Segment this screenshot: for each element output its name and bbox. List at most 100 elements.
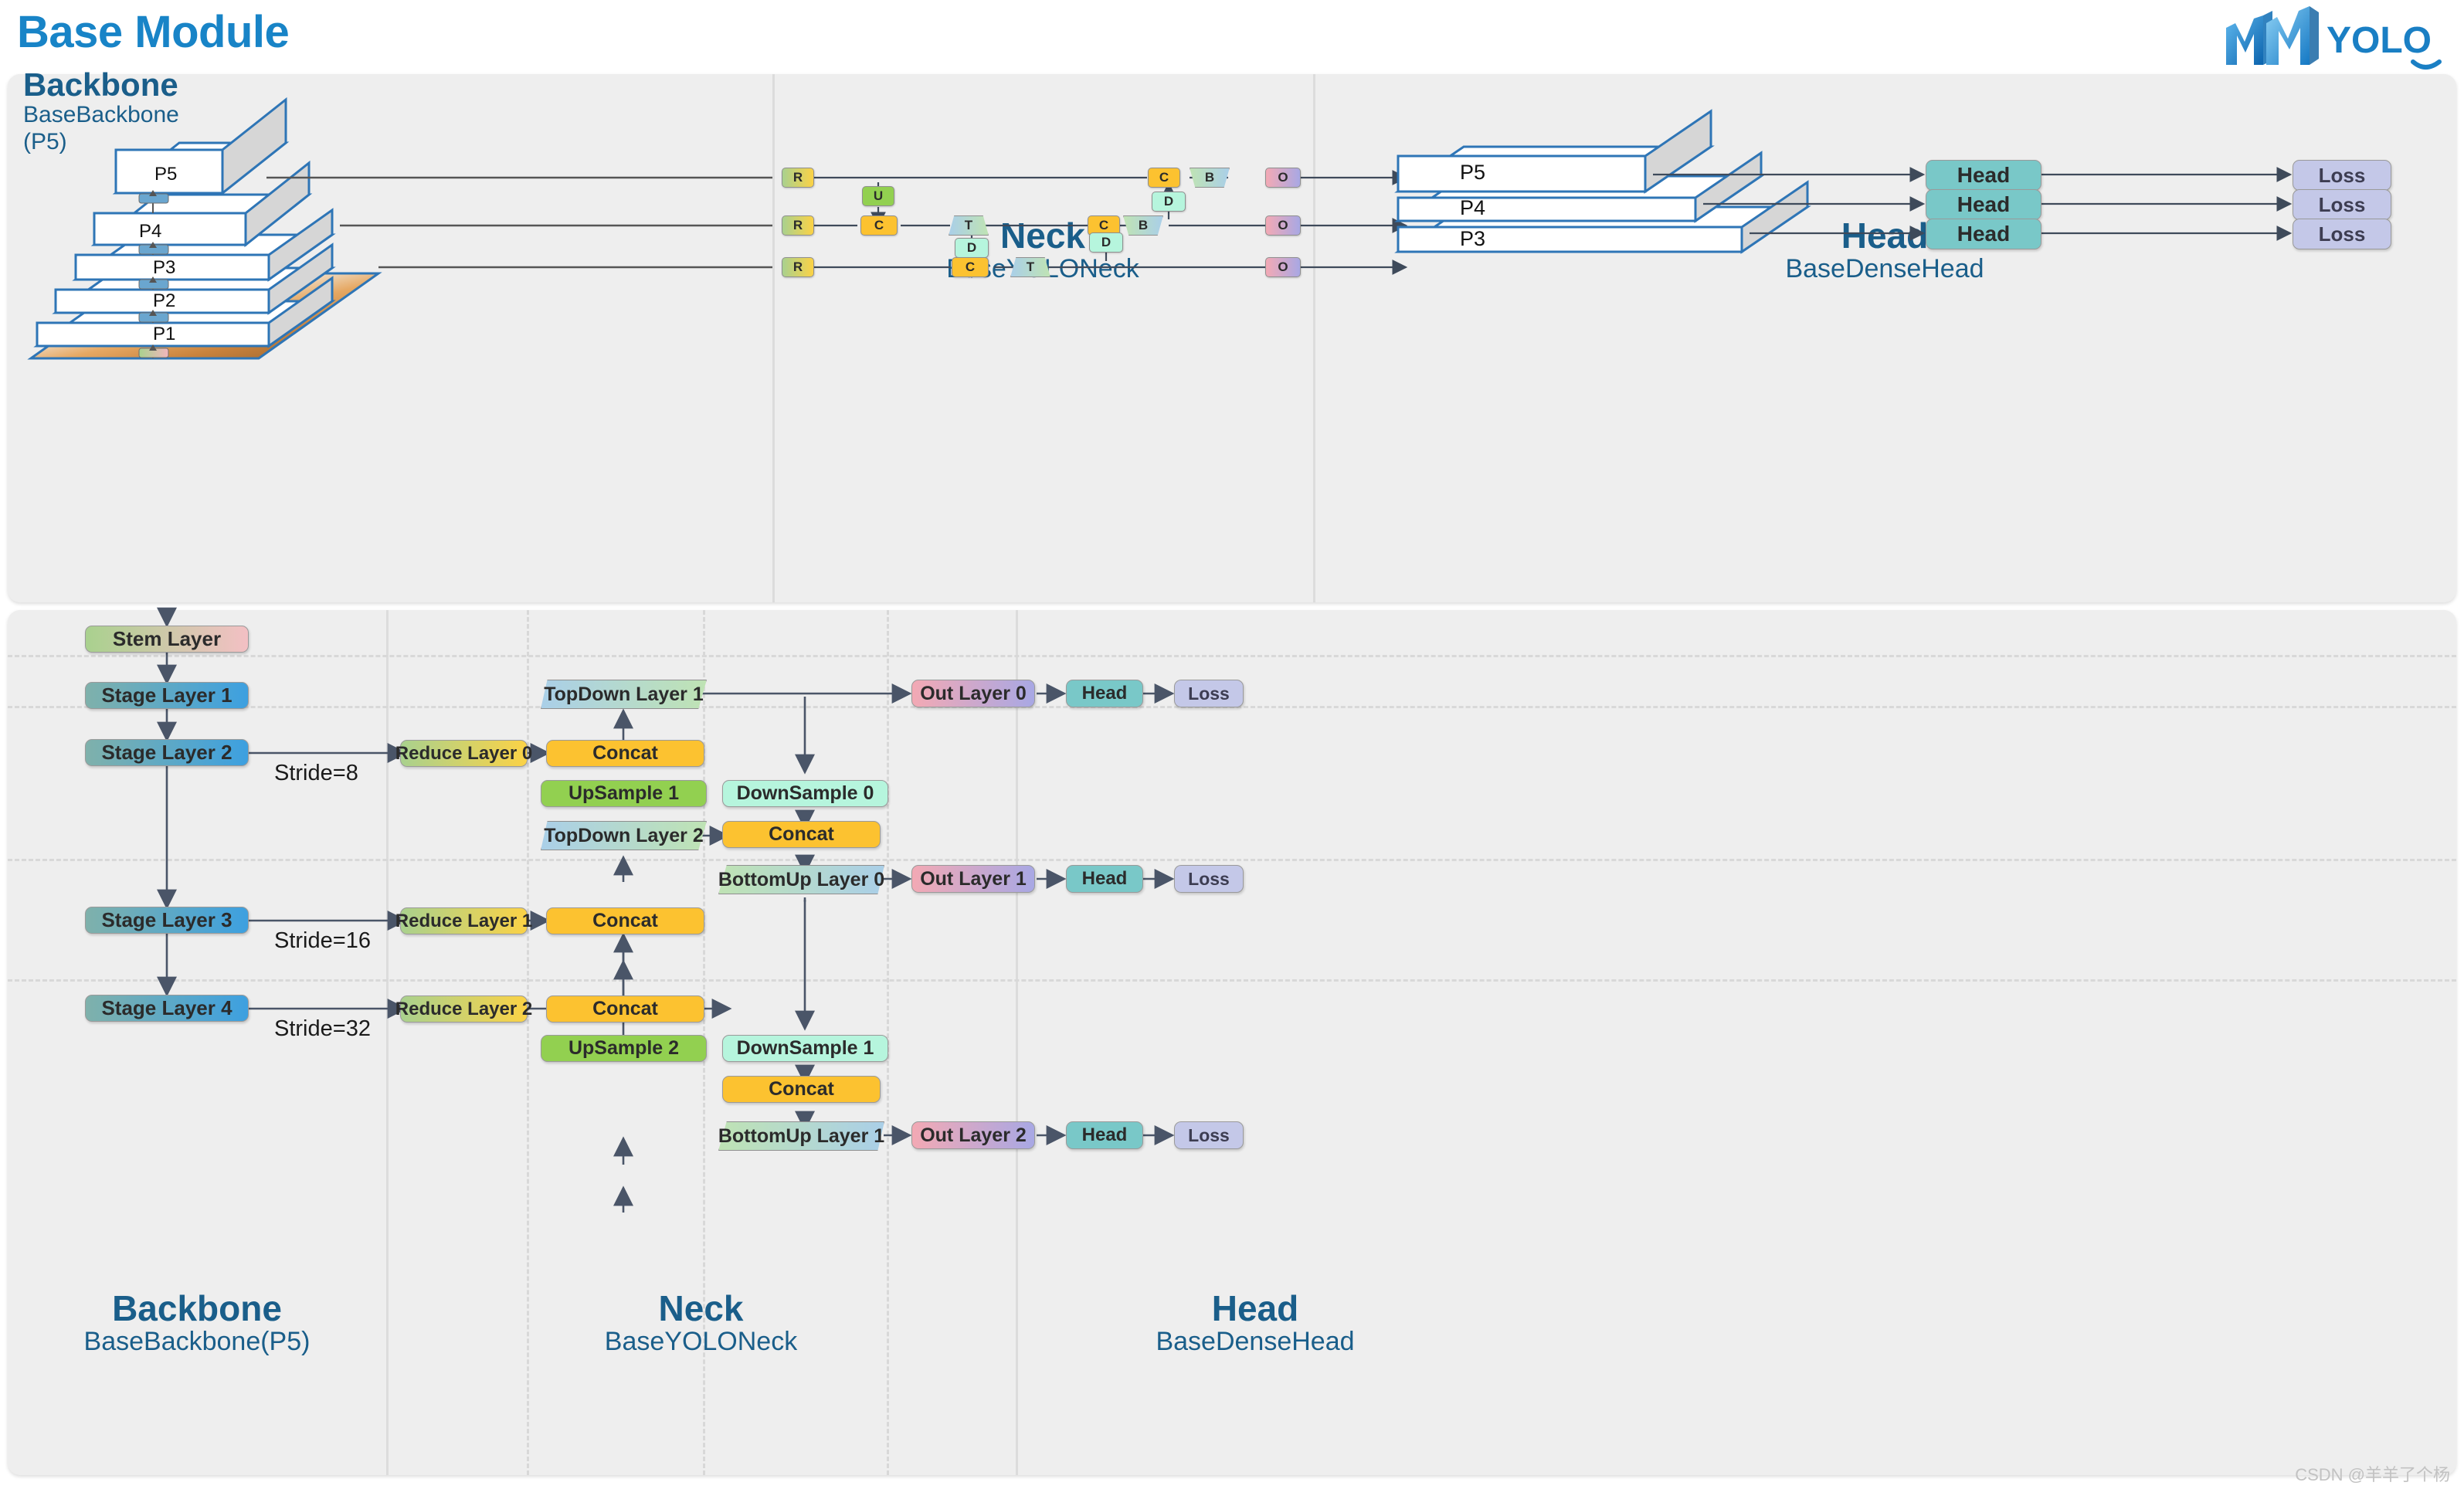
mini-label: T: [964, 218, 973, 232]
top-head-box-0[interactable]: Head: [1926, 160, 2041, 191]
downsample-1-node[interactable]: DownSample 1: [722, 1035, 888, 1062]
reduce-layer-2-node[interactable]: Reduce Layer 2: [395, 995, 532, 1023]
top-mini-topdown-2[interactable]: T: [1010, 257, 1050, 277]
top-mini-upsample-1[interactable]: U: [862, 186, 894, 206]
svg-text:P5: P5: [1460, 161, 1485, 184]
top-loss-box-0[interactable]: Loss: [2293, 160, 2391, 191]
bottomup-layer-1-node[interactable]: BottomUp Layer 1: [718, 1121, 884, 1151]
node-label: TopDown Layer 1: [544, 683, 704, 705]
top-mini-downsample-top[interactable]: D: [1152, 192, 1186, 212]
reduce-layer-1-node[interactable]: Reduce Layer 1: [395, 907, 532, 934]
top-mini-downsample-1[interactable]: D: [1089, 232, 1123, 253]
concat-topdown-0-node[interactable]: Concat: [546, 740, 704, 767]
topdown-layer-2-node[interactable]: TopDown Layer 2: [541, 821, 707, 850]
out-layer-0-node[interactable]: Out Layer 0: [911, 680, 1035, 707]
concat-topdown-2-node[interactable]: Concat: [546, 995, 704, 1023]
node-label: Concat: [592, 998, 658, 1019]
node-label: UpSample 1: [568, 782, 680, 804]
bottom-loss-0-node[interactable]: Loss: [1174, 680, 1244, 707]
upsample-1-node[interactable]: UpSample 1: [541, 780, 707, 807]
top-loss-box-1[interactable]: Loss: [2293, 189, 2391, 220]
node-label: DownSample 0: [736, 782, 874, 804]
top-mini-topdown-1[interactable]: T: [949, 215, 989, 236]
stage-layer-3-node[interactable]: Stage Layer 3: [85, 907, 249, 934]
svg-text:P1: P1: [153, 324, 175, 344]
bottom-backbone-heading: Backbone BaseBackbone(P5): [8, 1290, 386, 1357]
node-label: Loss: [1188, 1124, 1230, 1145]
top-mini-reduce-p5[interactable]: R: [782, 168, 814, 188]
top-mini-concat-p4[interactable]: C: [860, 215, 898, 236]
svg-text:P4: P4: [139, 221, 161, 242]
node-label: DownSample 1: [736, 1037, 874, 1059]
node-label: Stage Layer 4: [101, 996, 232, 1019]
top-backbone-heading: Backbone BaseBackbone (P5): [23, 66, 179, 155]
node-label: Head: [1081, 683, 1128, 704]
bottom-loss-2-node[interactable]: Loss: [1174, 1121, 1244, 1149]
node-label: Concat: [592, 910, 658, 931]
node-label: Out Layer 1: [920, 867, 1027, 890]
mini-label: R: [792, 259, 803, 274]
node-label: Concat: [592, 742, 658, 764]
mini-label: O: [1278, 218, 1288, 232]
stage-layer-4-node[interactable]: Stage Layer 4: [85, 995, 249, 1022]
node-label: Concat: [769, 823, 834, 845]
top-mini-out-2[interactable]: O: [1265, 257, 1301, 277]
out-layer-2-node[interactable]: Out Layer 2: [911, 1121, 1035, 1149]
stride-label-32: Stride=32: [274, 1016, 371, 1041]
node-label: Stage Layer 1: [101, 683, 232, 707]
mini-label: B: [1138, 218, 1149, 232]
diagram-root: Base Module YOLO Backbone BaseBackbone (…: [0, 0, 2464, 1489]
node-label: Head: [1081, 868, 1128, 889]
bottom-head-title: Head: [1211, 1288, 1299, 1328]
top-mini-concat-top[interactable]: C: [1148, 168, 1180, 188]
top-divider-backbone-neck: [772, 74, 775, 602]
node-label: Out Layer 2: [920, 1124, 1027, 1146]
bottom-head-2-node[interactable]: Head: [1066, 1121, 1143, 1149]
top-loss-box-2[interactable]: Loss: [2293, 219, 2391, 249]
mini-label: D: [1163, 194, 1174, 209]
concat-topdown-1-node[interactable]: Concat: [546, 907, 704, 934]
mini-label: D: [1101, 235, 1112, 249]
logo-text: YOLO: [2327, 20, 2432, 61]
top-mini-out-0[interactable]: O: [1265, 168, 1301, 188]
head-slabs: P3 P4 P5: [1394, 109, 2293, 254]
topdown-layer-1-node[interactable]: TopDown Layer 1: [541, 680, 707, 709]
bottomup-layer-0-node[interactable]: BottomUp Layer 0: [718, 865, 884, 894]
top-mini-reduce-p3[interactable]: R: [782, 257, 814, 277]
node-label: Concat: [769, 1078, 834, 1100]
stage-layer-1-node[interactable]: Stage Layer 1: [85, 682, 249, 709]
bottom-head-0-node[interactable]: Head: [1066, 680, 1143, 707]
bottom-dash-row-4: [8, 979, 2456, 982]
downsample-0-node[interactable]: DownSample 0: [722, 780, 888, 807]
concat-bottomup-0-node[interactable]: Concat: [722, 821, 881, 848]
bottom-detail-panel: Stem Layer Stage Layer 1 Stage Layer 2 S…: [8, 607, 2456, 1475]
watermark: CSDN @羊羊了个杨: [2295, 1465, 2450, 1484]
top-backbone-sub2: (P5): [23, 128, 67, 154]
top-mini-bottomup-0[interactable]: B: [1190, 168, 1230, 188]
out-layer-1-node[interactable]: Out Layer 1: [911, 865, 1035, 893]
top-head-box-1[interactable]: Head: [1926, 189, 2041, 220]
concat-bottomup-1-node[interactable]: Concat: [722, 1076, 881, 1103]
top-backbone-title: Backbone: [23, 66, 178, 103]
top-head-sub: BaseDenseHead: [1785, 254, 1984, 284]
bottom-neck-title: Neck: [658, 1288, 744, 1328]
top-mini-bottomup-1[interactable]: B: [1123, 215, 1163, 236]
bottom-loss-1-node[interactable]: Loss: [1174, 865, 1244, 893]
bottom-head-1-node[interactable]: Head: [1066, 865, 1143, 893]
mini-label: R: [792, 218, 803, 232]
top-mini-downsample-0[interactable]: D: [955, 238, 989, 258]
top-mini-reduce-p4[interactable]: R: [782, 215, 814, 236]
stage-layer-2-node[interactable]: Stage Layer 2: [85, 739, 249, 766]
stem-layer-node[interactable]: Stem Layer: [85, 626, 249, 653]
node-label: TopDown Layer 2: [544, 824, 704, 846]
top-mini-concat-bottom[interactable]: C: [952, 257, 989, 277]
node-label: Stage Layer 2: [101, 741, 232, 764]
reduce-layer-0-node[interactable]: Reduce Layer 0: [395, 740, 532, 767]
top-head-box-2[interactable]: Head: [1926, 219, 2041, 249]
bottom-dash-row-3: [8, 859, 2456, 861]
mini-label: O: [1278, 259, 1288, 274]
upsample-2-node-real[interactable]: UpSample 2: [541, 1035, 707, 1062]
node-label: Stage Layer 3: [101, 908, 232, 931]
top-mini-out-1[interactable]: O: [1265, 215, 1301, 236]
bottom-head-sub: BaseDenseHead: [1156, 1327, 1355, 1357]
